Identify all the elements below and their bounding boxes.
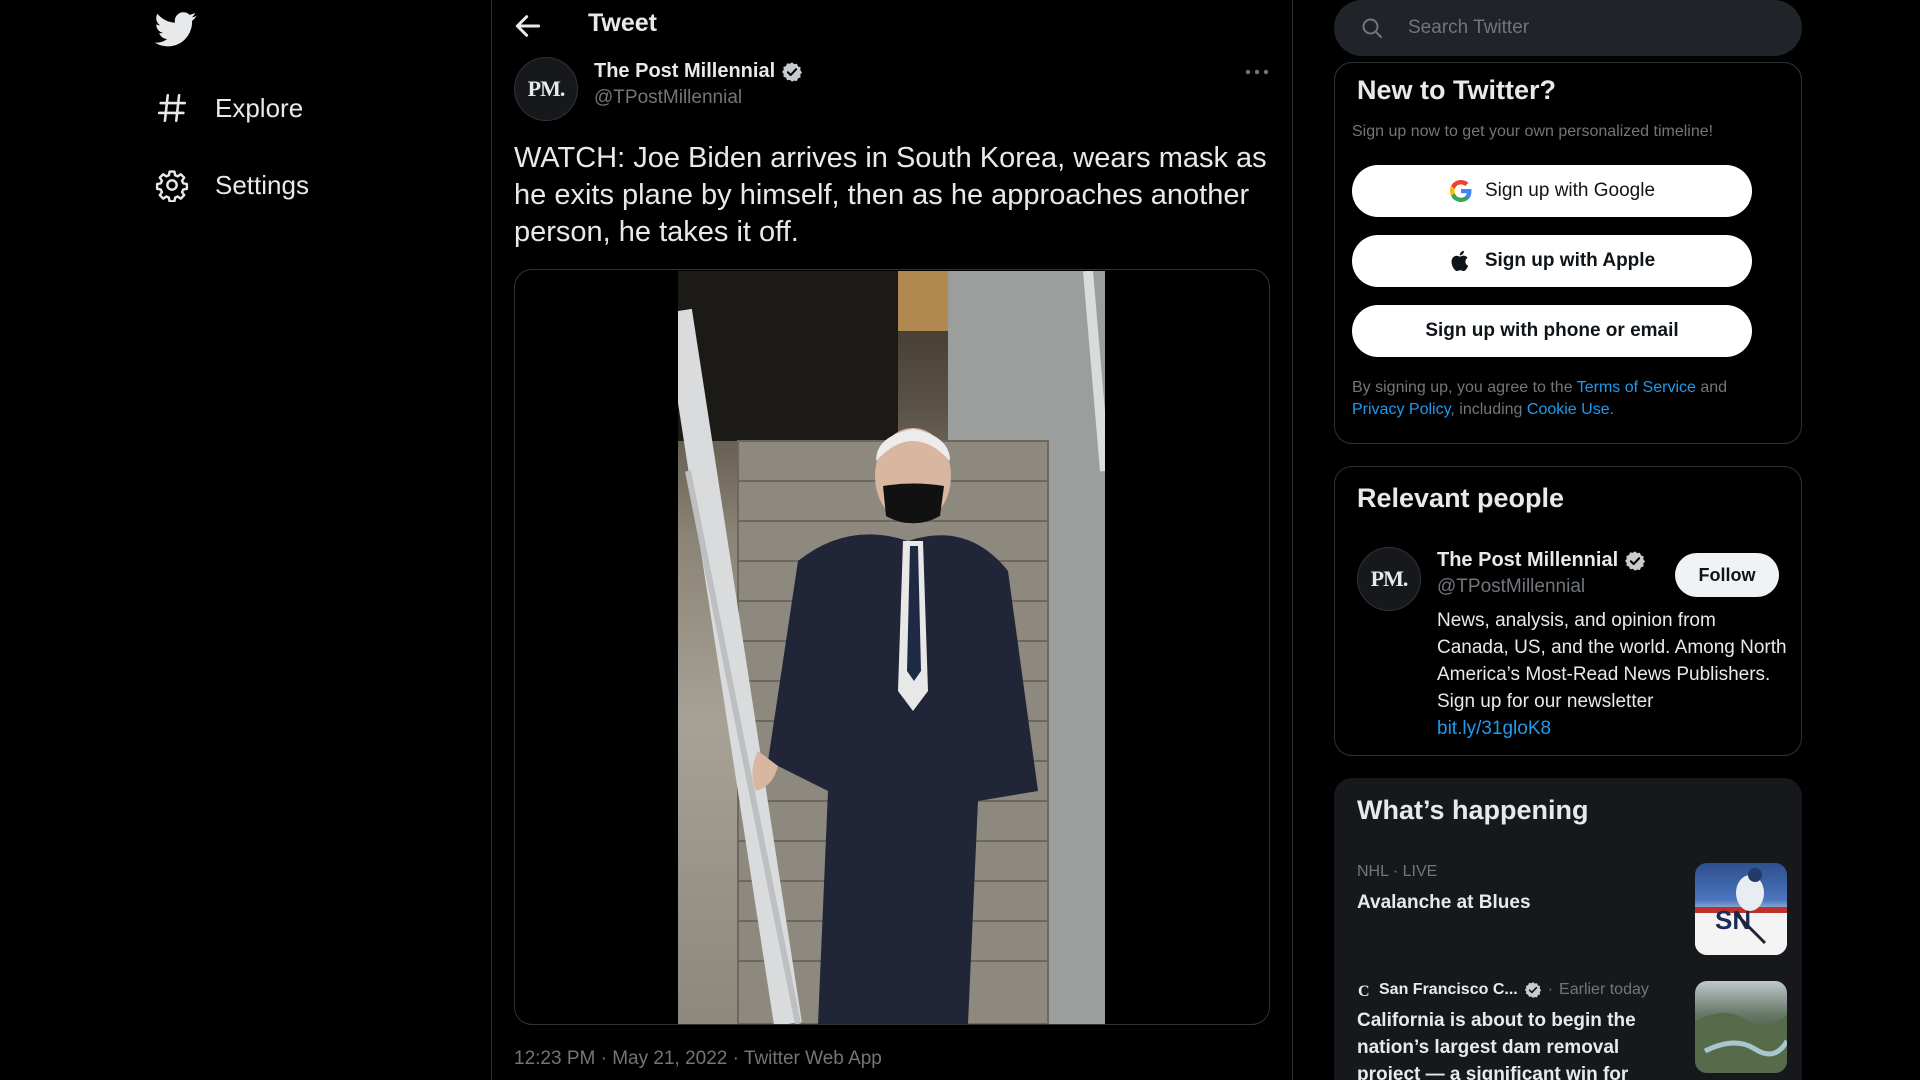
- nav-explore[interactable]: Explore: [155, 80, 303, 136]
- relevant-people-title: Relevant people: [1357, 483, 1565, 513]
- legal-prefix: By signing up, you agree to the: [1352, 379, 1577, 396]
- legal-and: and: [1695, 379, 1728, 396]
- main-column: Tweet PM. The Post Millennial @TPostMill…: [492, 0, 1292, 1080]
- tweet-text: WATCH: Joe Biden arrives in South Korea,…: [514, 142, 1267, 248]
- signup-card: New to Twitter? Sign up now to get your …: [1334, 62, 1802, 444]
- trend-thumbnail: [1695, 981, 1787, 1073]
- signup-google-button[interactable]: Sign up with Google: [1352, 165, 1752, 217]
- tweet-author: The Post Millennial @TPostMillennial: [594, 60, 803, 109]
- signup-subtitle: Sign up now to get your own personalized…: [1352, 123, 1714, 140]
- signup-phone-email-button[interactable]: Sign up with phone or email: [1352, 305, 1752, 357]
- verified-badge-icon: [1625, 550, 1646, 571]
- left-sidebar: Explore Settings: [0, 0, 491, 1080]
- relevant-bio-text: News, analysis, and opinion from Canada,…: [1437, 610, 1787, 712]
- signup-legal-text: By signing up, you agree to the Terms of…: [1352, 377, 1782, 421]
- signup-phone-label: Sign up with phone or email: [1425, 320, 1679, 341]
- tweet-header: Tweet: [492, 0, 1292, 52]
- whats-happening-card: What’s happening NHL · LIVE Avalanche at…: [1334, 778, 1802, 1080]
- verified-badge-icon: [1524, 982, 1541, 998]
- relevant-bio-link[interactable]: bit.ly/31gloK8: [1437, 718, 1551, 739]
- trend-item[interactable]: NHL · LIVE Avalanche at Blues SN: [1357, 863, 1787, 963]
- google-logo-icon: [1449, 180, 1472, 202]
- trend-source: San Francisco C...: [1379, 981, 1518, 998]
- terms-of-service-link[interactable]: Terms of Service: [1577, 379, 1696, 396]
- relevant-handle: @TPostMillennial: [1437, 576, 1586, 597]
- right-sidebar: New to Twitter? Sign up now to get your …: [1334, 0, 1802, 1080]
- hockey-image: SN: [1695, 868, 1787, 955]
- divider: [1292, 0, 1293, 1080]
- trend-item[interactable]: C San Francisco C... · Earlier today Cal…: [1357, 981, 1787, 1080]
- nav-explore-label: Explore: [215, 92, 304, 123]
- author-avatar[interactable]: PM.: [514, 57, 578, 121]
- trend-title: California is about to begin the nation’…: [1357, 1010, 1636, 1080]
- trend-separator: ·: [1547, 981, 1554, 998]
- author-handle: @TPostMillennial: [594, 87, 743, 108]
- apple-logo-icon: [1451, 250, 1468, 272]
- cookie-use-link[interactable]: Cookie Use.: [1527, 401, 1614, 418]
- hashtag-icon: [157, 93, 187, 123]
- sf-chronicle-logo-icon: C: [1358, 983, 1370, 998]
- page: Explore Settings Tweet PM. The Post Mill…: [0, 0, 1920, 1080]
- signup-title: New to Twitter?: [1357, 75, 1556, 105]
- relevant-author: The Post Millennial @TPostMillennial: [1437, 549, 1646, 598]
- whats-happening-title: What’s happening: [1357, 795, 1589, 825]
- nav-settings[interactable]: Settings: [155, 157, 309, 213]
- signup-google-label: Sign up with Google: [1484, 180, 1656, 201]
- tweet-timestamp[interactable]: 12:23 PM · May 21, 2022 · Twitter Web Ap…: [514, 1048, 882, 1070]
- relevant-bio: News, analysis, and opinion from Canada,…: [1437, 607, 1787, 742]
- video-still-image: [678, 271, 1105, 1024]
- page-title: Tweet: [588, 9, 657, 37]
- back-arrow-icon[interactable]: [512, 10, 544, 42]
- trend-time: Earlier today: [1559, 981, 1649, 998]
- relevant-people-card: Relevant people PM. The Post Millennial …: [1334, 466, 1802, 756]
- privacy-policy-link[interactable]: Privacy Policy: [1352, 401, 1450, 418]
- more-options-icon[interactable]: [1244, 62, 1270, 82]
- gear-icon: [155, 170, 189, 202]
- tweet-video[interactable]: [514, 269, 1270, 1025]
- relevant-avatar[interactable]: PM.: [1357, 547, 1421, 611]
- author-name[interactable]: The Post Millennial: [594, 60, 775, 83]
- search-bar[interactable]: [1334, 0, 1802, 56]
- nav-settings-label: Settings: [215, 169, 309, 200]
- signup-apple-label: Sign up with Apple: [1484, 250, 1656, 271]
- relevant-name[interactable]: The Post Millennial: [1437, 549, 1618, 572]
- search-input[interactable]: [1408, 0, 1778, 56]
- svg-text:C: C: [1358, 983, 1370, 998]
- follow-button[interactable]: Follow: [1675, 553, 1779, 597]
- legal-including: , including: [1450, 401, 1527, 418]
- river-landscape-image: [1695, 1012, 1787, 1073]
- signup-apple-button[interactable]: Sign up with Apple: [1352, 235, 1752, 287]
- search-icon: [1362, 18, 1382, 38]
- video-frame[interactable]: [678, 271, 1105, 1024]
- twitter-bird-icon[interactable]: [155, 8, 197, 50]
- trend-title: Avalanche at Blues: [1357, 892, 1531, 913]
- verified-badge-icon: [782, 61, 803, 82]
- trend-thumbnail: SN: [1695, 863, 1787, 955]
